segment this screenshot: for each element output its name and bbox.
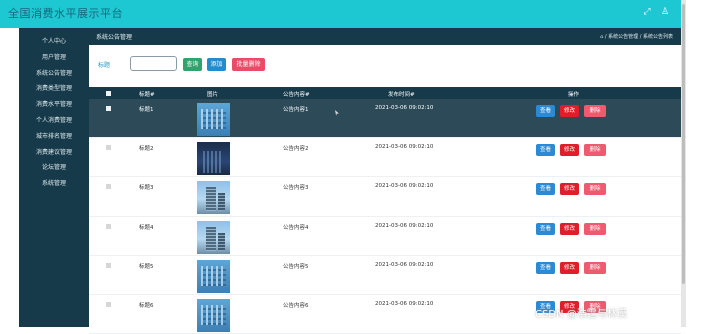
row-content: 公告内容2 (283, 146, 309, 153)
sidebar-item[interactable]: 个人中心 (19, 34, 89, 50)
view-button[interactable]: 查看 (536, 105, 555, 117)
view-button[interactable]: 查看 (536, 144, 555, 157)
sidebar-item[interactable]: 消费水平管理 (19, 97, 89, 113)
announcement-image (197, 142, 230, 176)
view-button[interactable]: 查看 (536, 261, 555, 274)
sidebar-item[interactable]: 用户管理 (19, 50, 89, 66)
announcement-image (197, 220, 230, 254)
row-content: 公告内容5 (283, 263, 309, 270)
sidebar-item[interactable]: 系统公告管理 (19, 66, 89, 82)
table-row[interactable]: 标题5 公告内容5 2021-03-06 09:02:10 查看 修改 删除 (89, 256, 681, 295)
column-header-image: 图片 (207, 92, 219, 98)
sidebar-item[interactable]: 消费类型管理 (19, 81, 89, 97)
column-header-title[interactable]: 标题# (139, 90, 155, 98)
edit-button[interactable]: 修改 (560, 183, 579, 196)
select-all-checkbox[interactable] (106, 91, 111, 96)
page-scrollbar[interactable] (681, 0, 686, 327)
row-title: 标题5 (139, 263, 154, 270)
watermark: CSDN @浩霆与林漠 (535, 309, 627, 320)
row-publish-time: 2021-03-06 09:02:10 (375, 222, 434, 229)
query-button[interactable]: 查询 (183, 58, 202, 71)
table-row[interactable]: 标题2 公告内容2 2021-03-06 09:02:10 查看 修改 删除 (89, 138, 681, 178)
sidebar: 个人中心 用户管理 系统公告管理 消费类型管理 消费水平管理 个人消费管理 城市排名管理 消费… (19, 28, 89, 327)
home-icon[interactable]: ⌂ (600, 34, 603, 40)
announcement-image (197, 103, 230, 136)
row-publish-time: 2021-03-06 09:02:10 (375, 144, 434, 151)
row-checkbox[interactable] (106, 262, 111, 268)
delete-button[interactable]: 删除 (584, 222, 606, 235)
title-search-input[interactable] (130, 56, 177, 71)
row-content: 公告内容6 (283, 302, 309, 309)
sidebar-item[interactable]: 城市排名管理 (19, 129, 89, 145)
sidebar-item[interactable]: 系统管理 (19, 176, 89, 192)
edit-button[interactable]: 修改 (560, 144, 579, 157)
app-title: 全国消费水平展示平台 (8, 7, 123, 20)
row-title: 标题2 (139, 146, 154, 153)
row-checkbox[interactable] (106, 301, 111, 307)
row-title: 标题3 (139, 185, 154, 192)
page-title: 系统公告管理 (96, 34, 133, 41)
view-button[interactable]: 查看 (536, 183, 555, 196)
view-button[interactable]: 查看 (536, 222, 555, 235)
announcement-image (197, 181, 230, 215)
row-checkbox[interactable] (106, 145, 111, 151)
row-title: 标题6 (139, 302, 154, 309)
title-filter-label: 标题 (98, 62, 111, 69)
top-bar: 全国消费水平展示平台 ⤢ ♙ (0, 0, 681, 28)
row-publish-time: 2021-03-06 09:02:10 (375, 300, 434, 307)
row-content: 公告内容3 (283, 185, 309, 192)
user-icon[interactable]: ♙ (660, 7, 670, 17)
row-checkbox[interactable] (106, 223, 111, 229)
column-header-content[interactable]: 公告内容# (283, 90, 310, 98)
delete-button[interactable]: 删除 (584, 183, 606, 196)
edit-button[interactable]: 修改 (560, 105, 579, 117)
search-bar: 标题 查询 添加 批量删除 (89, 45, 681, 87)
row-checkbox[interactable] (106, 106, 111, 111)
delete-button[interactable]: 删除 (584, 261, 606, 274)
scrollbar-thumb[interactable] (682, 4, 685, 284)
delete-button[interactable]: 删除 (584, 144, 606, 157)
column-header-actions: 操作 (568, 92, 580, 98)
announcement-image (197, 259, 230, 293)
edit-button[interactable]: 修改 (560, 261, 579, 274)
sidebar-item[interactable]: 个人消费管理 (19, 113, 89, 129)
batch-delete-button[interactable]: 批量删除 (232, 58, 265, 71)
row-publish-time: 2021-03-06 09:02:10 (375, 105, 434, 111)
table-header: 标题# 图片 公告内容# 发布时间# 操作 (89, 87, 681, 99)
row-publish-time: 2021-03-06 09:02:10 (375, 261, 434, 268)
row-title: 标题1 (139, 107, 154, 113)
sidebar-item[interactable]: 消费建议管理 (19, 145, 89, 161)
main-content: 系统公告管理 ⌂ / 系统公告管理 / 系统公告列表 标题 查询 添加 批量删除… (89, 28, 681, 334)
sidebar-item[interactable]: 论坛管理 (19, 160, 89, 176)
table-row[interactable]: 标题4 公告内容4 2021-03-06 09:02:10 查看 修改 删除 (89, 217, 681, 256)
table-row[interactable]: 标题1 公告内容1 2021-03-06 09:02:10 查看 修改 删除 (89, 99, 681, 139)
announcement-table: 标题# 图片 公告内容# 发布时间# 操作 标题1 公告内容1 2021-03-06… (89, 87, 681, 334)
breadcrumb-text: / 系统公告管理 / 系统公告列表 (604, 34, 673, 40)
delete-button[interactable]: 删除 (584, 105, 606, 117)
row-content: 公告内容1 (283, 107, 309, 113)
row-publish-time: 2021-03-06 09:02:10 (375, 183, 434, 190)
breadcrumb: ⌂ / 系统公告管理 / 系统公告列表 (600, 33, 673, 40)
add-button[interactable]: 添加 (207, 58, 226, 71)
column-header-time[interactable]: 发布时间# (388, 90, 415, 98)
row-title: 标题4 (139, 224, 154, 231)
table-row[interactable]: 标题3 公告内容3 2021-03-06 09:02:10 查看 修改 删除 (89, 177, 681, 217)
edit-button[interactable]: 修改 (560, 222, 579, 235)
row-content: 公告内容4 (283, 224, 309, 231)
fullscreen-icon[interactable]: ⤢ (642, 7, 652, 17)
row-checkbox[interactable] (106, 184, 111, 190)
page-header: 系统公告管理 ⌂ / 系统公告管理 / 系统公告列表 (89, 28, 681, 45)
